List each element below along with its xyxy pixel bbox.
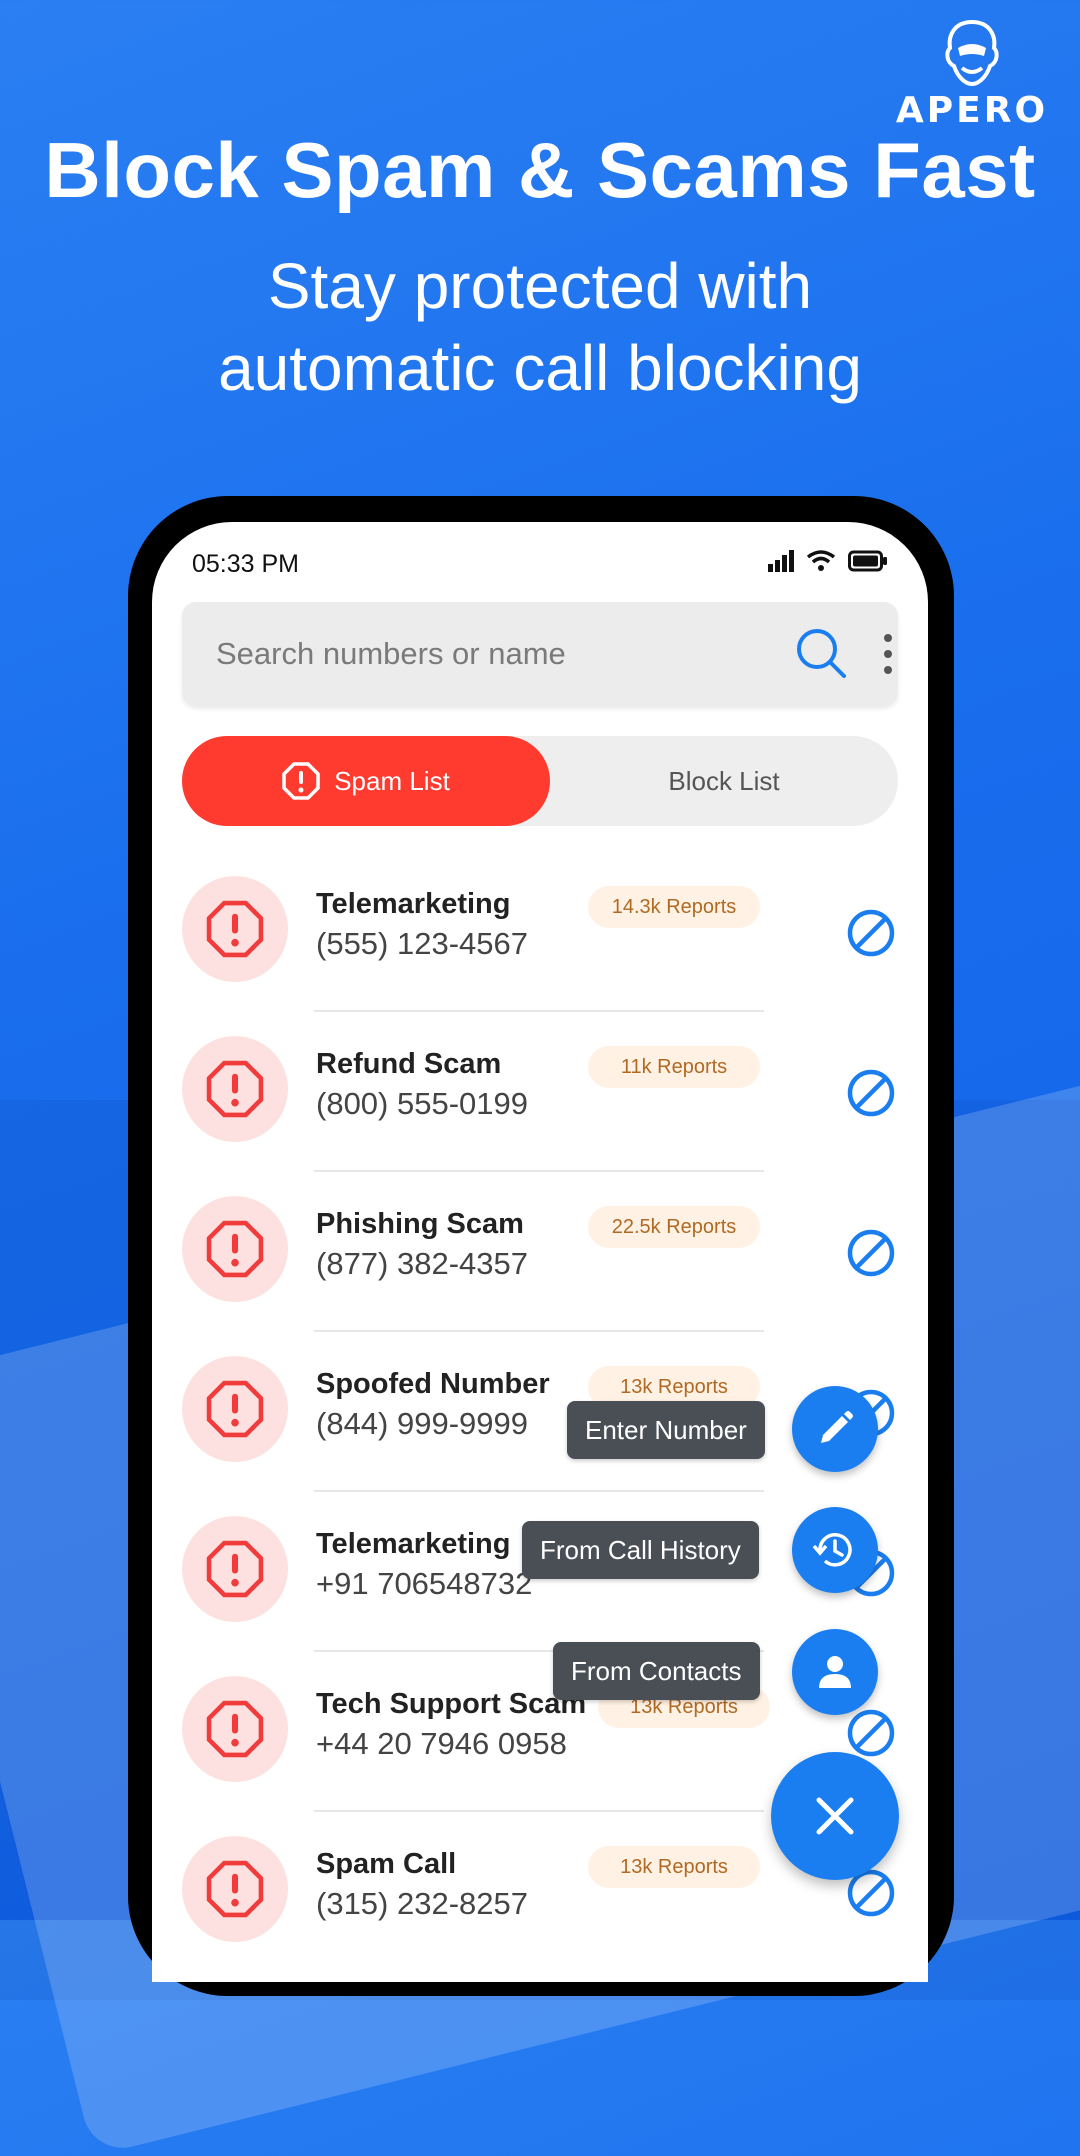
caller-number: (844) 999-9999 (316, 1406, 528, 1441)
alert-icon (282, 762, 320, 800)
reports-badge: 14.3k Reports (588, 886, 760, 928)
enter-number-button[interactable] (792, 1386, 878, 1472)
battery-icon (848, 550, 887, 572)
alert-icon (206, 1060, 264, 1118)
from-call-history-label[interactable]: From Call History (522, 1521, 759, 1579)
block-icon[interactable] (846, 1068, 896, 1118)
spam-avatar (182, 1836, 288, 1942)
block-icon[interactable] (846, 1228, 896, 1278)
status-time: 05:33 PM (192, 550, 300, 578)
status-icons (768, 550, 888, 572)
caller-name: Tech Support Scam (316, 1688, 587, 1720)
list-item[interactable]: Refund Scam (800) 555-0199 11k Reports (152, 1012, 928, 1172)
caller-number: (315) 232-8257 (316, 1886, 528, 1921)
person-icon (819, 1656, 851, 1688)
from-call-history-button[interactable] (792, 1507, 878, 1593)
list-tabs: Spam List Block List (182, 736, 898, 826)
subheadline: Stay protected with automatic call block… (0, 245, 1080, 409)
caller-name: Spam Call (316, 1848, 457, 1880)
search-icon[interactable] (794, 626, 848, 680)
subheadline-line-1: Stay protected with (267, 250, 813, 322)
enter-number-label[interactable]: Enter Number (567, 1401, 765, 1459)
pencil-icon (821, 1411, 853, 1443)
alert-icon (206, 1380, 264, 1438)
from-contacts-label[interactable]: From Contacts (553, 1642, 760, 1700)
alert-icon (206, 1700, 264, 1758)
list-item[interactable]: Phishing Scam (877) 382-4357 22.5k Repor… (152, 1172, 928, 1332)
caller-name: Refund Scam (316, 1048, 502, 1080)
brand-logo: APERO (882, 18, 1062, 131)
caller-number: +91 706548732 (316, 1566, 533, 1601)
history-icon (812, 1533, 852, 1567)
spam-avatar (182, 876, 288, 982)
tab-block-list[interactable]: Block List (550, 736, 898, 826)
subheadline-line-2: automatic call blocking (218, 332, 862, 404)
block-icon[interactable] (846, 908, 896, 958)
list-item[interactable]: Telemarketing (555) 123-4567 14.3k Repor… (152, 852, 928, 1012)
caller-name: Telemarketing (316, 888, 511, 920)
more-vert-icon[interactable] (882, 632, 894, 676)
spam-avatar (182, 1676, 288, 1782)
alert-icon (206, 1860, 264, 1918)
caller-number: (555) 123-4567 (316, 926, 528, 961)
reports-badge: 11k Reports (588, 1046, 760, 1088)
alert-icon (206, 900, 264, 958)
caller-name: Telemarketing (316, 1528, 511, 1560)
alert-icon (206, 1220, 264, 1278)
tab-spam-list-label: Spam List (334, 765, 450, 796)
close-fab-button[interactable] (771, 1752, 899, 1880)
reports-badge: 13k Reports (588, 1846, 760, 1888)
wifi-icon (806, 550, 836, 571)
spam-avatar (182, 1516, 288, 1622)
gorilla-logo-icon (945, 19, 999, 87)
caller-name: Spoofed Number (316, 1368, 550, 1400)
signal-icon (768, 550, 794, 572)
block-icon[interactable] (846, 1708, 896, 1758)
tab-spam-list[interactable]: Spam List (182, 736, 550, 826)
from-contacts-button[interactable] (792, 1629, 878, 1715)
headline: Block Spam & Scams Fast (44, 126, 1036, 214)
caller-number: +44 20 7946 0958 (316, 1726, 567, 1761)
status-bar: 05:33 PM (192, 546, 888, 586)
spam-avatar (182, 1356, 288, 1462)
spam-avatar (182, 1036, 288, 1142)
spam-avatar (182, 1196, 288, 1302)
caller-number: (877) 382-4357 (316, 1246, 528, 1281)
search-bar[interactable]: Search numbers or name (182, 602, 898, 706)
search-input[interactable]: Search numbers or name (216, 636, 566, 672)
close-icon (816, 1797, 854, 1835)
caller-number: (800) 555-0199 (316, 1086, 528, 1121)
caller-name: Phishing Scam (316, 1208, 524, 1240)
alert-icon (206, 1540, 264, 1598)
reports-badge: 22.5k Reports (588, 1206, 760, 1248)
